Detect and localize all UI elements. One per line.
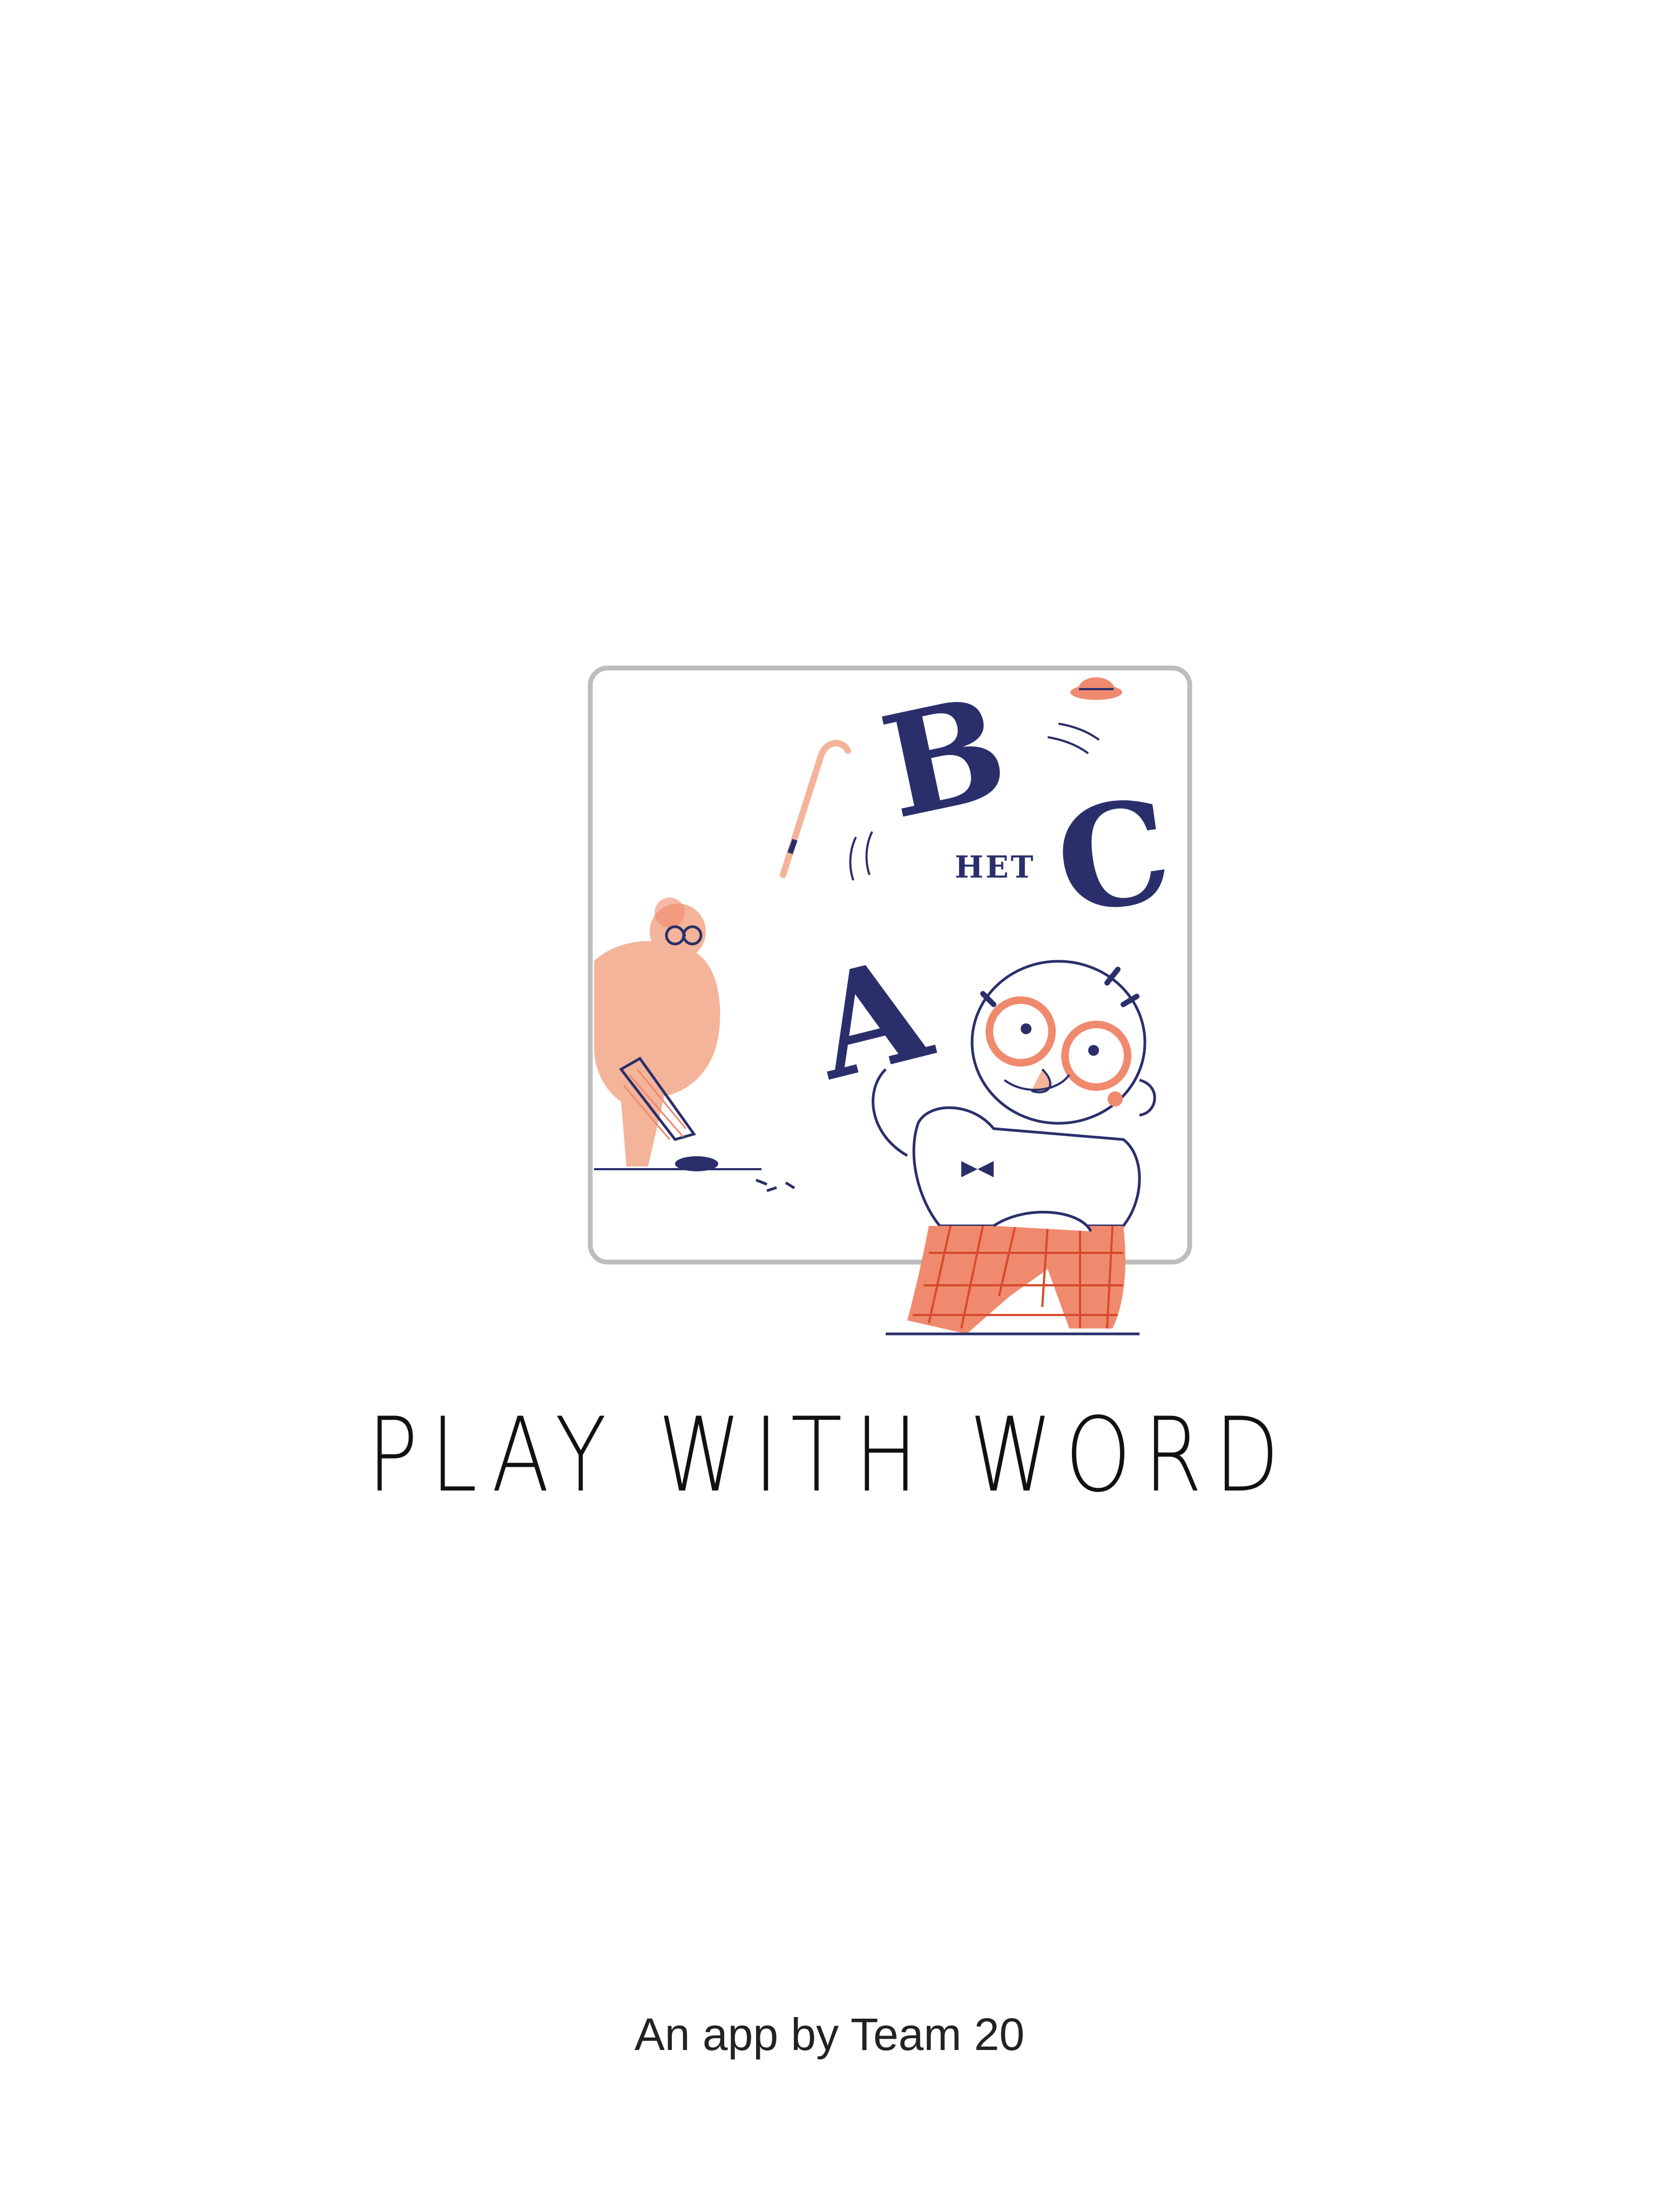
splash-screen: B C HET A PLAY WITH WORD An app by Team … — [0, 0, 1659, 2212]
app-illustration: B C HET A — [583, 659, 1210, 1350]
app-credit: An app by Team 20 — [634, 2009, 1025, 2060]
app-title: PLAY WITH WORD — [367, 1395, 1292, 1515]
letter-c-icon: C — [1047, 767, 1180, 946]
het-label: HET — [955, 849, 1035, 885]
